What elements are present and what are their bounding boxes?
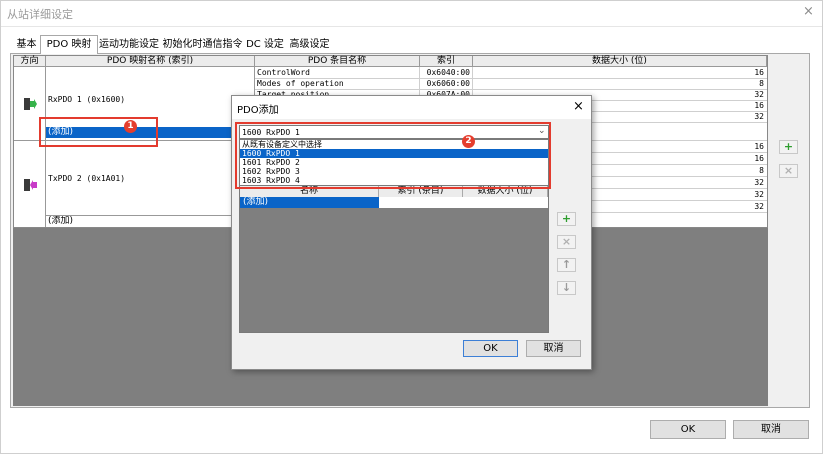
highlight-box-add: [39, 117, 158, 147]
grid-divider: [45, 67, 46, 227]
add-pdo-button[interactable]: +: [779, 140, 798, 154]
ok-button[interactable]: OK: [650, 420, 726, 439]
col-header-pdo-name: PDO 映射名称 (索引): [46, 56, 255, 67]
window-title: 从站详细设定: [7, 8, 73, 21]
dropdown-option[interactable]: 1602 RxPDO 3: [240, 167, 548, 176]
pdo-entry-list: 名称 索引 (条目) 数据大小 (位) (添加): [239, 185, 549, 333]
entry-name-cell: ControlWord: [257, 68, 310, 77]
list-add-row-cells: [379, 197, 548, 208]
dropdown-option[interactable]: 1603 RxPDO 4: [240, 176, 548, 185]
txpdo-name[interactable]: TxPDO 2 (0x1A01): [48, 173, 248, 184]
col-header-index: 索引: [420, 56, 473, 67]
dropdown-option[interactable]: 1601 RxPDO 2: [240, 158, 548, 167]
dialog-add-entry-button[interactable]: +: [557, 212, 576, 226]
dialog-titlebar: [232, 96, 591, 119]
col-header-direction: 方向: [14, 56, 46, 67]
index-cell: 0x6060:00: [426, 79, 470, 88]
tab-advanced-settings[interactable]: 高级设定: [287, 38, 332, 53]
cancel-button[interactable]: 取消: [733, 420, 809, 439]
tab-dc-settings[interactable]: DC 设定: [245, 38, 285, 53]
txpdo-add-label[interactable]: (添加): [48, 216, 108, 227]
index-cell: 0x6040:00: [426, 68, 470, 77]
list-add-label[interactable]: (添加): [243, 197, 323, 208]
tab-init-commands[interactable]: 初始化时通信指令: [161, 38, 244, 53]
callout-badge-2: 2: [462, 135, 475, 148]
dropdown-option-selected[interactable]: 1600 RxPDO 1: [240, 149, 548, 158]
dialog-cancel-button[interactable]: 取消: [526, 340, 581, 357]
dialog-move-up-button[interactable]: ↑: [557, 258, 576, 272]
dropdown-option[interactable]: 从既有设备定义中选择: [240, 140, 548, 149]
dialog-remove-entry-button[interactable]: ×: [557, 235, 576, 249]
remove-pdo-button[interactable]: ×: [779, 164, 798, 178]
pdo-dropdown-list: 从既有设备定义中选择 1600 RxPDO 1 1601 RxPDO 2 160…: [239, 139, 549, 186]
txpdo-arrow-icon: [24, 179, 37, 191]
size-cell: 16: [754, 68, 764, 77]
dialog-move-down-button[interactable]: ↓: [557, 281, 576, 295]
rxpdo-name[interactable]: RxPDO 1 (0x1600): [48, 94, 248, 105]
window-close-icon[interactable]: ×: [803, 4, 814, 19]
dialog-close-icon[interactable]: ×: [573, 99, 584, 114]
col-header-entry-name: PDO 条目名称: [255, 56, 420, 67]
dialog-title: PDO添加: [237, 105, 279, 116]
title-separator: [1, 26, 822, 27]
tab-motion-settings[interactable]: 运动功能设定: [99, 38, 159, 53]
rxpdo-arrow-icon: [24, 98, 37, 110]
tab-basic[interactable]: 基本: [13, 38, 40, 53]
col-header-size: 数据大小 (位): [473, 56, 767, 67]
pdo-add-dialog: PDO添加 × 1600 RxPDO 1 ⌄ 从既有设备定义中选择 1600 R…: [231, 95, 592, 370]
callout-badge-1: 1: [124, 120, 137, 133]
size-cell: 8: [759, 79, 764, 88]
dialog-ok-button[interactable]: OK: [463, 340, 518, 357]
tab-pdo-mapping[interactable]: PDO 映射: [40, 35, 98, 54]
entry-name-cell: Modes of operation: [257, 79, 344, 88]
